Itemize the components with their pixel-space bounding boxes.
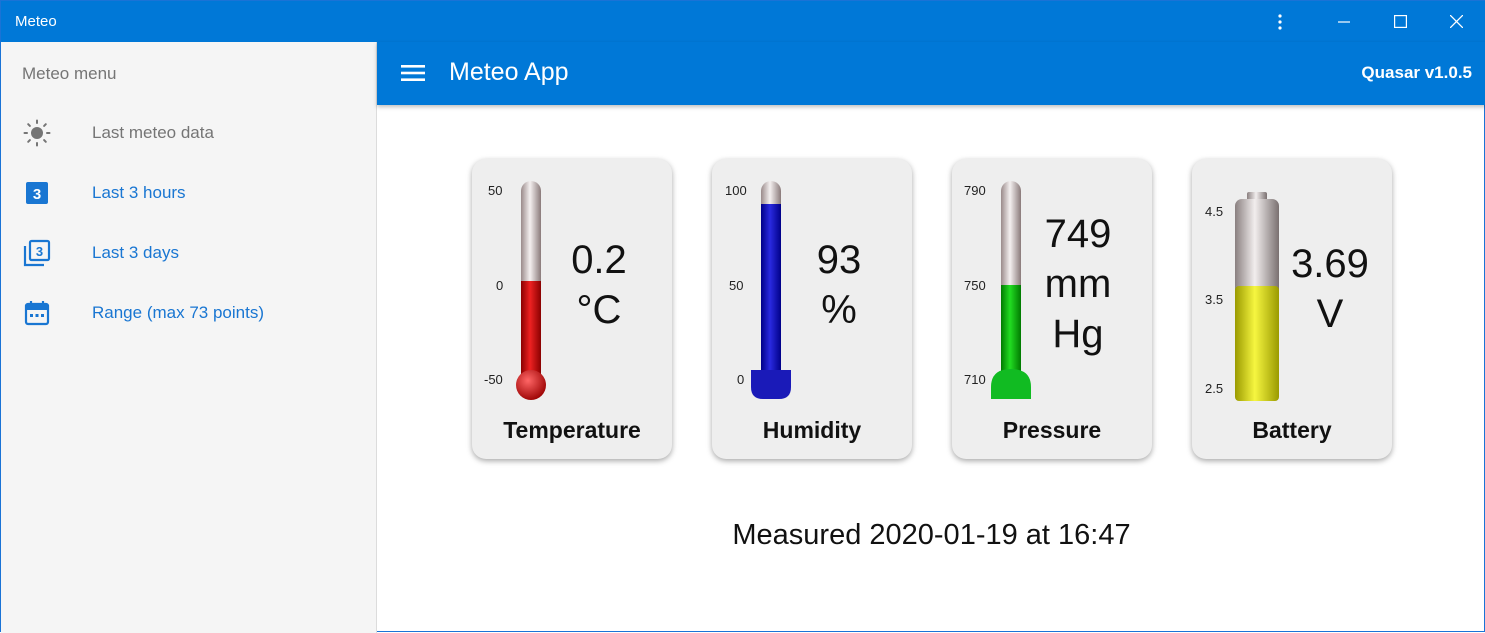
humidity-fill: [761, 204, 781, 377]
temperature-unit: °C: [576, 288, 622, 332]
humidity-label: Humidity: [762, 417, 862, 443]
calendar-icon: [24, 301, 50, 326]
pressure-label: Pressure: [1002, 417, 1102, 443]
tick-label: -50: [484, 372, 503, 387]
sidebar-item-last-3-hours[interactable]: 3 Last 3 hours: [1, 163, 376, 223]
title-bar: Meteo: [1, 1, 1485, 42]
battery-value: 3.69: [1291, 242, 1369, 286]
window-title: Meteo: [15, 13, 57, 30]
tick-label: 0: [737, 372, 745, 387]
humidity-value: 93: [816, 238, 862, 282]
filter-3-stack-icon: 3: [23, 239, 51, 267]
temperature-card: 50 0 -50 0.2 °C Temperature: [472, 159, 672, 459]
tick-label: 2.5: [1205, 381, 1224, 396]
svg-text:3: 3: [33, 186, 41, 203]
sidebar-item-label: Last meteo data: [92, 123, 214, 142]
sidebar-item-range[interactable]: Range (max 73 points): [1, 283, 376, 343]
measured-timestamp: Measured 2020-01-19 at 16:47: [732, 519, 1131, 551]
pressure-value-block: 749 mm Hg: [1032, 209, 1124, 359]
app-window: Meteo Meteo menu Last meteo data 3 Last …: [0, 0, 1485, 633]
temperature-fill: [521, 281, 541, 377]
maximize-icon: [1393, 15, 1407, 28]
version-label: Quasar v1.0.5: [1361, 63, 1472, 82]
tick-label: 50: [729, 278, 744, 293]
battery-card: 4.5 3.5 2.5 3.69 V Battery: [1192, 159, 1392, 459]
tick-label: 0: [496, 278, 504, 293]
sidebar-title: Meteo menu: [22, 64, 117, 83]
tick-label: 750: [964, 278, 986, 293]
battery-label: Battery: [1252, 417, 1332, 443]
tick-label: 50: [488, 183, 503, 198]
close-icon: [1449, 15, 1463, 28]
close-button[interactable]: [1428, 1, 1484, 42]
minimize-button[interactable]: [1316, 1, 1372, 42]
temperature-value-block: 0.2 °C: [554, 235, 644, 335]
sidebar-item-label: Range (max 73 points): [92, 303, 264, 322]
humidity-unit: %: [821, 288, 857, 332]
sidebar-item-label: Last 3 days: [92, 243, 179, 262]
hamburger-menu-icon[interactable]: [399, 61, 429, 85]
humidity-card: 100 50 0 93 % Humidity: [712, 159, 912, 459]
tick-label: 4.5: [1205, 204, 1224, 219]
pressure-unit-hg: Hg: [1052, 312, 1104, 356]
pressure-card: 790 750 710 749 mm Hg Pressure: [952, 159, 1152, 459]
sidebar-item-last-meteo-data[interactable]: Last meteo data: [1, 103, 376, 163]
filter-3-icon: 3: [26, 182, 48, 204]
sidebar-item-last-3-days[interactable]: 3 Last 3 days: [1, 223, 376, 283]
battery-unit: V: [1316, 292, 1344, 336]
pressure-value: 749: [1044, 212, 1112, 256]
minimize-icon: [1338, 20, 1350, 23]
sidebar: Meteo menu Last meteo data 3 Last 3 hour…: [1, 42, 377, 633]
sun-icon: [23, 119, 51, 147]
app-header: Meteo App Quasar v1.0.5: [377, 42, 1485, 105]
tick-label: 790: [964, 183, 986, 198]
pressure-unit-mm: mm: [1044, 262, 1112, 306]
maximize-button[interactable]: [1372, 1, 1428, 42]
sidebar-item-label: Last 3 hours: [92, 183, 186, 202]
battery-value-block: 3.69 V: [1284, 239, 1376, 339]
humidity-value-block: 93 %: [794, 235, 884, 335]
pressure-fill: [1001, 285, 1021, 377]
more-vertical-icon: [1278, 13, 1282, 30]
svg-text:3: 3: [36, 244, 43, 259]
more-options-button[interactable]: [1252, 1, 1308, 42]
tick-label: 3.5: [1205, 292, 1224, 307]
battery-fill: [1235, 286, 1279, 401]
temperature-value: 0.2: [571, 238, 627, 282]
tick-label: 100: [725, 183, 747, 198]
app-title: Meteo App: [449, 58, 569, 86]
tick-label: 710: [964, 372, 986, 387]
temperature-label: Temperature: [503, 417, 641, 443]
